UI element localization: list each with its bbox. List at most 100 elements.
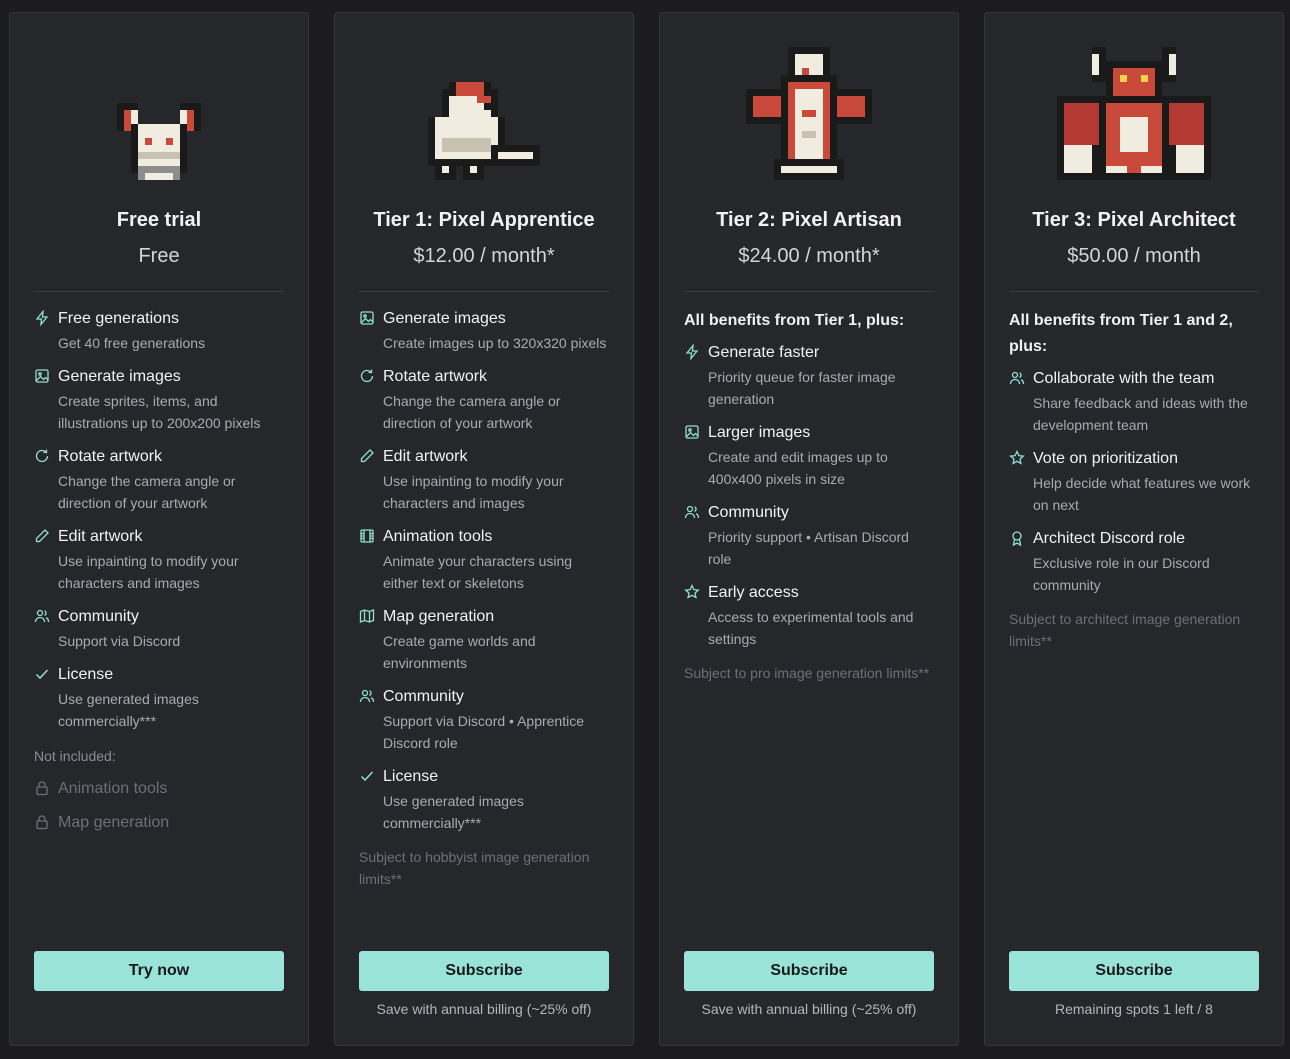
feature-title: Rotate artwork — [58, 448, 163, 465]
excluded-item: Animation tools — [34, 772, 284, 806]
subscribe-button[interactable]: Subscribe — [684, 951, 934, 991]
feature-item: Collaborate with the team Share feedback … — [1009, 368, 1259, 436]
not-included-label: Not included: — [34, 748, 116, 764]
annual-billing-note: Save with annual billing (~25% off) — [376, 1001, 592, 1017]
feature-title: Free generations — [58, 310, 179, 327]
feature-item: Community Support via Discord • Apprentic… — [359, 686, 609, 754]
check-icon — [34, 666, 50, 684]
divider — [34, 291, 284, 292]
feature-item: Generate images Create sprites, items, an… — [34, 366, 284, 434]
feature-item: Early access Access to experimental tools… — [684, 582, 934, 650]
image-icon — [34, 368, 50, 386]
feature-item: Edit artwork Use inpainting to modify you… — [359, 446, 609, 514]
feature-desc: Use inpainting to modify your characters… — [383, 473, 564, 511]
star-icon — [684, 584, 700, 602]
limits-note: Subject to hobbyist image generation lim… — [359, 849, 590, 887]
plan-title: Tier 2: Pixel Artisan — [716, 209, 902, 231]
feature-desc: Change the camera angle or direction of … — [383, 393, 561, 431]
feature-title: Generate faster — [708, 344, 820, 361]
feature-title: Generate images — [383, 310, 506, 327]
feature-title: Community — [708, 504, 789, 521]
feature-desc: Use generated images commercially*** — [383, 793, 524, 831]
excluded-item: Map generation — [34, 806, 284, 840]
map-icon — [359, 608, 375, 626]
benefits-intro: All benefits from Tier 1, plus: — [684, 312, 905, 329]
limits-note: Subject to architect image generation li… — [1009, 611, 1241, 649]
plan-title: Tier 3: Pixel Architect — [1032, 209, 1236, 231]
feature-title: Community — [383, 688, 464, 705]
award-icon — [1009, 530, 1025, 548]
feature-desc: Use inpainting to modify your characters… — [58, 553, 239, 591]
plan-price: $24.00 / month* — [738, 245, 880, 267]
feature-item: Rotate artwork Change the camera angle or… — [34, 446, 284, 514]
sprite-image-architect — [1009, 13, 1259, 193]
rotate-icon — [359, 368, 375, 386]
check-icon — [359, 768, 375, 786]
pencil-icon — [34, 528, 50, 546]
feature-desc: Help decide what features we work on nex… — [1033, 475, 1251, 513]
rotate-icon — [34, 448, 50, 466]
feature-item: License Use generated images commercially… — [34, 664, 284, 732]
feature-title: Animation tools — [383, 528, 493, 545]
plan-title: Tier 1: Pixel Apprentice — [373, 209, 595, 231]
plan-price: Free — [138, 245, 180, 267]
plan-title: Free trial — [116, 209, 202, 231]
feature-item: Community Priority support • Artisan Disc… — [684, 502, 934, 570]
feature-desc: Animate your characters using either tex… — [383, 553, 573, 591]
feature-desc: Share feedback and ideas with the develo… — [1033, 395, 1248, 433]
dragon-sprite-icon — [746, 47, 872, 180]
feature-desc: Create sprites, items, and illustrations… — [58, 393, 261, 431]
excluded-label: Map generation — [58, 814, 170, 831]
limits-note: Subject to pro image generation limits** — [684, 665, 930, 681]
feature-title: Early access — [708, 584, 799, 601]
feature-item: Free generations Get 40 free generations — [34, 308, 284, 354]
subscribe-button[interactable]: Subscribe — [359, 951, 609, 991]
feature-desc: Priority queue for faster image generati… — [708, 369, 896, 407]
divider — [359, 291, 609, 292]
plan-card-tier-3: Tier 3: Pixel Architect $50.00 / month A… — [984, 12, 1284, 1046]
users-icon — [34, 608, 50, 626]
plan-card-tier-2: Tier 2: Pixel Artisan $24.00 / month* Al… — [659, 12, 959, 1046]
image-icon — [359, 310, 375, 328]
users-icon — [359, 688, 375, 706]
feature-title: License — [58, 666, 114, 683]
lightning-icon — [684, 344, 700, 362]
try-now-button[interactable]: Try now — [34, 951, 284, 991]
feature-title: Map generation — [383, 608, 495, 625]
film-icon — [359, 528, 375, 546]
pricing-cards: Free trial Free Free generations Get 40 f… — [9, 12, 1284, 1046]
sprite-image-artisan — [684, 13, 934, 193]
feature-desc: Exclusive role in our Discord community — [1033, 555, 1210, 593]
feature-title: Larger images — [708, 424, 811, 441]
feature-desc: Create and edit images up to 400x400 pix… — [708, 449, 888, 487]
demon-sprite-icon — [1057, 47, 1211, 180]
users-icon — [684, 504, 700, 522]
remaining-spots: Remaining spots 1 left / 8 — [1055, 1001, 1213, 1017]
plan-card-free-trial: Free trial Free Free generations Get 40 f… — [9, 12, 309, 1046]
plan-card-tier-1: Tier 1: Pixel Apprentice $12.00 / month*… — [334, 12, 634, 1046]
feature-desc: Use generated images commercially*** — [58, 691, 199, 729]
feature-item: Animation tools Animate your characters u… — [359, 526, 609, 594]
plan-price: $50.00 / month — [1067, 245, 1201, 267]
feature-desc: Create images up to 320x320 pixels — [383, 335, 607, 351]
feature-desc: Change the camera angle or direction of … — [58, 473, 236, 511]
lightning-icon — [34, 310, 50, 328]
feature-desc: Support via Discord — [58, 633, 181, 649]
feature-desc: Access to experimental tools and setting… — [708, 609, 914, 647]
subscribe-button[interactable]: Subscribe — [1009, 951, 1259, 991]
feature-title: Community — [58, 608, 139, 625]
feature-title: Edit artwork — [383, 448, 468, 465]
lock-icon — [34, 780, 50, 798]
feature-title: Rotate artwork — [383, 368, 488, 385]
lock-icon — [34, 814, 50, 832]
feature-item: Architect Discord role Exclusive role in … — [1009, 528, 1259, 596]
feature-title: Edit artwork — [58, 528, 143, 545]
image-icon — [684, 424, 700, 442]
feature-title: License — [383, 768, 439, 785]
pencil-icon — [359, 448, 375, 466]
feature-title: Generate images — [58, 368, 181, 385]
feature-title: Architect Discord role — [1033, 530, 1186, 547]
excluded-label: Animation tools — [58, 780, 168, 797]
feature-desc: Get 40 free generations — [58, 335, 206, 351]
rabbit-sprite-icon — [117, 103, 201, 180]
